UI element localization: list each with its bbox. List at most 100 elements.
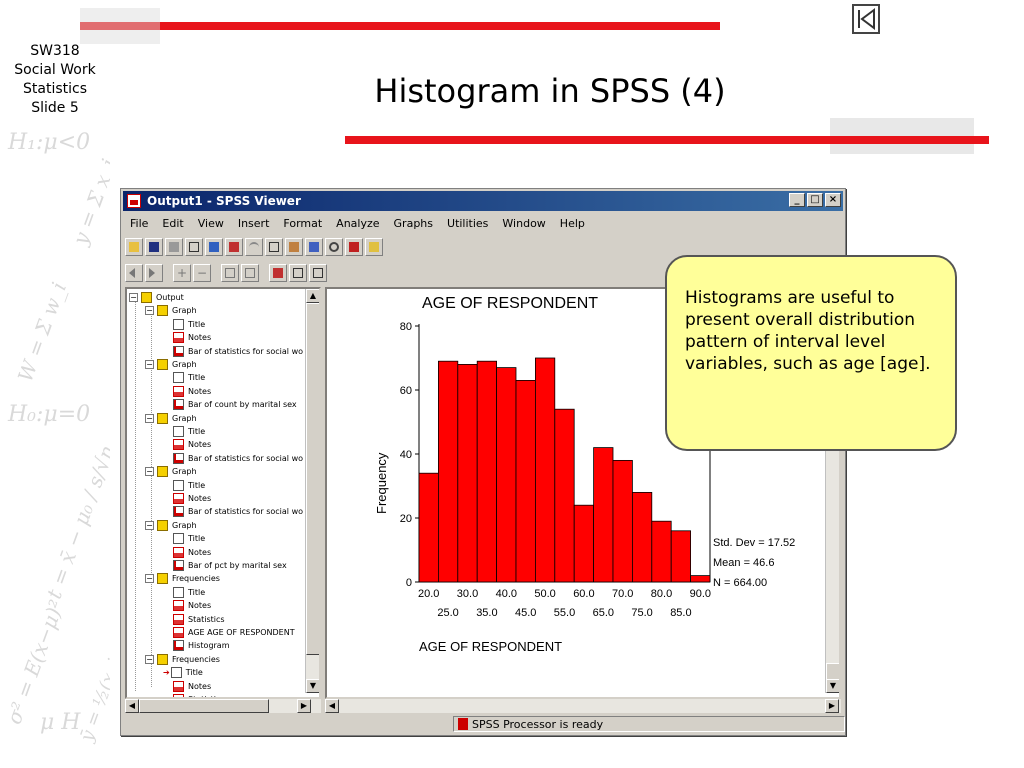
scroll-down-button[interactable]: ▼ [826,679,839,693]
histogram-bar [438,360,459,583]
outline-item[interactable]: − Output [129,291,184,304]
undo-button[interactable] [245,238,263,256]
close-button[interactable]: × [825,193,841,207]
help-button[interactable] [365,238,383,256]
menu-file[interactable]: File [123,217,155,230]
insert-heading-button[interactable] [269,264,287,282]
outline-item[interactable]: Histogram [173,639,230,652]
recall-dialog-button[interactable] [225,238,243,256]
minimize-button[interactable]: _ [789,193,805,207]
show-button[interactable] [221,264,239,282]
menu-analyze[interactable]: Analyze [329,217,386,230]
outline-item[interactable]: Bar of statistics for social wo [173,452,303,465]
menu-edit[interactable]: Edit [155,217,190,230]
book-icon [157,653,168,665]
window-titlebar[interactable]: Output1 - SPSS Viewer _ □ × [123,191,843,211]
outline-item[interactable]: Notes [173,546,211,559]
scroll-right-button[interactable]: ▶ [297,699,311,713]
x-tick-label: 70.0 [612,588,633,600]
outline-item[interactable]: Title [173,479,205,492]
collapse-toggle-icon[interactable]: − [145,520,154,530]
outline-item[interactable]: − Graph [145,465,197,478]
outline-item[interactable]: Title [173,532,205,545]
outline-item[interactable]: − Frequencies [145,572,220,585]
expand-button[interactable]: + [173,264,191,282]
collapse-toggle-icon[interactable]: − [145,360,154,369]
menu-view[interactable]: View [191,217,231,230]
demote-button[interactable] [145,264,163,282]
goto-case-button[interactable] [285,238,303,256]
y-tick-label: 20 [400,513,412,525]
content-horizontal-scrollbar[interactable]: ◀ ▶ [325,699,841,713]
outline-item[interactable]: Bar of statistics for social wo [173,345,303,358]
outline-item[interactable]: − Graph [145,304,197,317]
scroll-right-button[interactable]: ▶ [825,699,839,713]
collapse-toggle-icon[interactable]: − [145,574,154,584]
print-button[interactable] [165,238,183,256]
outline-item[interactable]: AGE AGE OF RESPONDENT [173,626,295,639]
outline-item[interactable]: Notes [173,438,211,451]
menu-format[interactable]: Format [276,217,329,230]
scroll-up-button[interactable]: ▲ [306,289,319,303]
insert-text-button[interactable] [309,264,327,282]
scroll-thumb[interactable] [139,699,269,713]
variables-button[interactable] [305,238,323,256]
outline-item[interactable]: ➔ Title [163,666,203,679]
outline-item[interactable]: Title [173,425,205,438]
outline-item[interactable]: − Frequencies [145,653,220,666]
menu-window[interactable]: Window [495,217,552,230]
goto-data-button[interactable] [265,238,283,256]
menu-help[interactable]: Help [553,217,592,230]
outline-item[interactable]: Notes [173,492,211,505]
menu-utilities[interactable]: Utilities [440,217,495,230]
menu-graphs[interactable]: Graphs [387,217,440,230]
outline-item[interactable]: Title [173,586,205,599]
doc-icon [173,372,184,384]
histogram-bar [670,530,692,583]
collapse-toggle-icon[interactable]: − [145,654,154,664]
hide-button[interactable] [241,264,259,282]
outline-item[interactable]: − Graph [145,412,197,425]
outline-horizontal-scrollbar[interactable]: ◀ ▶ [125,699,321,713]
red-icon [173,600,184,612]
grid-icon [269,242,279,252]
outline-item[interactable]: Bar of pct by marital sex [173,559,287,572]
outline-item[interactable]: Title [173,371,205,384]
outline-item[interactable]: − Graph [145,519,197,532]
scroll-thumb[interactable] [306,303,319,655]
save-button[interactable] [145,238,163,256]
x-tick-label: 55.0 [554,607,575,619]
collapse-toggle-icon[interactable]: − [145,467,154,477]
outline-item[interactable]: − Graph [145,358,197,371]
insert-title-button[interactable] [289,264,307,282]
outline-item[interactable]: Notes [173,385,211,398]
first-slide-button[interactable] [852,4,880,34]
collapse-toggle-icon[interactable]: − [145,306,154,316]
collapse-button[interactable]: − [193,264,211,282]
find-button[interactable] [325,238,343,256]
scroll-down-button[interactable]: ▼ [306,679,319,693]
open-button[interactable] [125,238,143,256]
outline-item[interactable]: Bar of count by marital sex [173,398,297,411]
collapse-toggle-icon[interactable]: − [145,413,154,423]
outline-item[interactable]: Notes [173,599,211,612]
print-preview-button[interactable] [185,238,203,256]
outline-item-label: Title [188,587,206,597]
outline-pane[interactable]: − Output − Graph Title Notes Bar of statistics… [125,287,321,699]
collapse-toggle-icon[interactable]: − [129,293,138,302]
outline-item[interactable]: Bar of statistics for social wo [173,505,303,518]
outline-item-label: AGE AGE OF RESPONDENT [188,628,295,637]
promote-button[interactable] [125,264,143,282]
outline-vertical-scrollbar[interactable]: ▲ ▼ [305,289,319,693]
scroll-left-button[interactable]: ◀ [125,699,139,713]
menu-insert[interactable]: Insert [231,217,277,230]
outline-item[interactable]: Notes [173,331,211,344]
outline-item[interactable]: Title [173,318,205,331]
chart-icon [173,640,184,652]
scroll-left-button[interactable]: ◀ [325,699,339,713]
insert-cases-button[interactable] [345,238,363,256]
maximize-button[interactable]: □ [807,193,823,207]
outline-item[interactable]: Statistics [173,613,225,626]
outline-item[interactable]: Notes [173,680,211,693]
export-button[interactable] [205,238,223,256]
